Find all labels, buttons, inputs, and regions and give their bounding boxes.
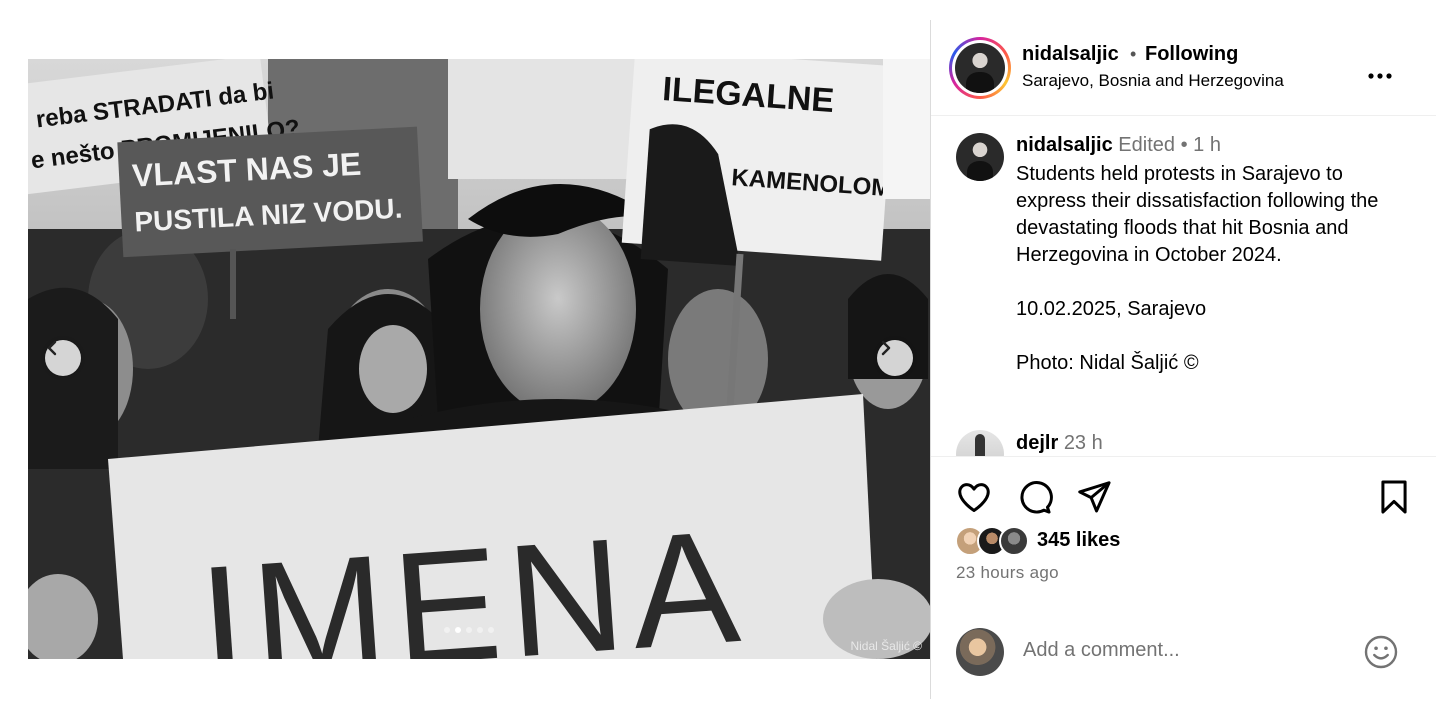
add-comment-row <box>931 619 1436 683</box>
post-location[interactable]: Sarajevo, Bosnia and Herzegovina <box>1022 71 1284 91</box>
slide-dot <box>477 627 483 633</box>
action-bar <box>931 478 1436 528</box>
caption-time: 1 h <box>1193 134 1221 156</box>
photo-watermark: Nidal Šaljić © <box>850 639 922 653</box>
caption-paragraph: 10.02.2025, Sarajevo <box>1016 298 1207 320</box>
comment-button[interactable] <box>1015 478 1053 521</box>
add-comment-input[interactable] <box>1023 639 1343 662</box>
more-dots-icon <box>1368 73 1392 79</box>
caption-text: Students held protests in Sarajevo to ex… <box>1016 161 1416 377</box>
chevron-left-icon <box>47 340 57 356</box>
post-header: nidalsaljic • Following Sarajevo, Bosnia… <box>931 20 1436 116</box>
slide-dot <box>488 627 494 633</box>
chevron-right-icon <box>881 340 891 356</box>
post-side-panel: nidalsaljic • Following Sarajevo, Bosnia… <box>930 20 1436 699</box>
slide-indicator <box>444 627 494 633</box>
caption-paragraph: Students held protests in Sarajevo to ex… <box>1016 163 1379 266</box>
post-media: reba STRADATI da bi e nešto PROMIJENILO?… <box>28 20 930 699</box>
post-timestamp: 23 hours ago <box>956 563 1059 582</box>
commenter-username[interactable]: dejlr <box>1016 432 1058 454</box>
speech-bubble-icon <box>1020 481 1053 514</box>
sign-ilegalne-kamenolome: ILEGALNE KAMENOLOME <box>621 59 908 266</box>
edited-label: Edited <box>1118 134 1175 156</box>
header-separator: • <box>1130 44 1137 64</box>
previous-slide-button[interactable] <box>45 340 81 376</box>
commenter-avatar[interactable] <box>956 430 1004 456</box>
caption-and-comments[interactable]: nidalsaljic Edited • 1 h Students held p… <box>931 117 1436 457</box>
sign-vlast-nas: VLAST NAS JE PUSTILA NIZ VODU. <box>117 126 423 258</box>
post-photo[interactable]: reba STRADATI da bi e nešto PROMIJENILO?… <box>28 59 930 659</box>
likes-count[interactable]: 345 likes <box>1037 529 1120 552</box>
current-user-avatar <box>956 628 1004 676</box>
like-button[interactable] <box>955 478 993 521</box>
caption-paragraph: Photo: Nidal Šaljić © <box>1016 352 1199 374</box>
share-button[interactable] <box>1075 478 1113 521</box>
smiley-icon <box>1364 635 1398 669</box>
caption-author-avatar[interactable] <box>956 133 1004 181</box>
caption-dot: • <box>1180 134 1188 156</box>
author-avatar <box>955 43 1005 93</box>
story-ring[interactable] <box>949 37 1011 99</box>
paper-plane-icon <box>1078 481 1111 513</box>
following-button[interactable]: Following <box>1145 43 1238 66</box>
heart-icon <box>958 483 990 512</box>
next-slide-button[interactable] <box>877 340 913 376</box>
emoji-button[interactable] <box>1363 634 1399 675</box>
bookmark-icon <box>1381 480 1407 514</box>
author-username[interactable]: nidalsaljic <box>1022 43 1119 66</box>
save-button[interactable] <box>1377 478 1411 521</box>
slide-dot-active <box>455 627 461 633</box>
slide-dot <box>466 627 472 633</box>
liker-avatar <box>999 526 1029 556</box>
caption-username[interactable]: nidalsaljic <box>1016 134 1113 156</box>
protest-photo-illustration: reba STRADATI da bi e nešto PROMIJENILO?… <box>28 59 930 659</box>
more-options-button[interactable] <box>1367 56 1393 87</box>
slide-dot <box>444 627 450 633</box>
comment-time: 23 h <box>1063 432 1103 454</box>
comment-item: dejlr 23 h <box>956 430 1416 456</box>
caption-header: nidalsaljic Edited • 1 h <box>1016 134 1221 157</box>
